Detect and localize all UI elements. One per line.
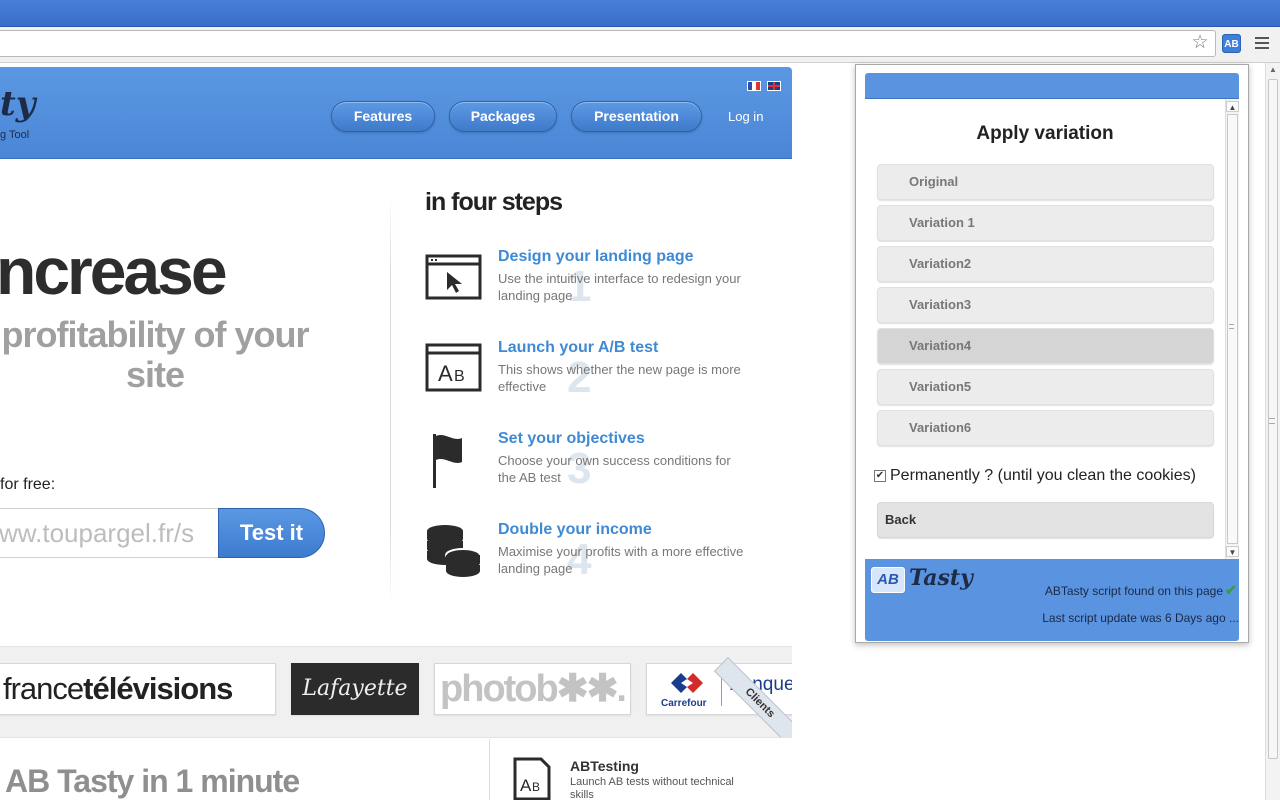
client-logo-photobox: photob✱✱. xyxy=(434,663,631,715)
flag-fr-icon[interactable] xyxy=(747,81,761,91)
svg-text:B: B xyxy=(532,780,540,794)
back-button[interactable]: Back xyxy=(877,502,1214,538)
site-header: ty g Tool Features Packages Presentation… xyxy=(0,67,792,159)
scroll-grip xyxy=(1269,418,1275,424)
client-logo-france-televisions: francetélévisions xyxy=(0,663,276,715)
client-name-part: télévisions xyxy=(83,671,233,706)
step-title[interactable]: Set your objectives xyxy=(498,430,645,448)
scroll-down-icon[interactable]: ▼ xyxy=(1226,546,1239,557)
scroll-up-icon[interactable]: ▲ xyxy=(1226,101,1239,112)
ab-document-icon: A B xyxy=(513,757,551,800)
site-logo[interactable]: ty xyxy=(0,84,35,124)
star-icon[interactable]: ☆ xyxy=(1190,33,1210,53)
check-icon: ✔ xyxy=(1225,582,1237,598)
variation-6-button[interactable]: Variation6 xyxy=(877,410,1214,446)
browser-cursor-icon xyxy=(425,254,482,300)
step-title[interactable]: Launch your A/B test xyxy=(498,339,658,357)
steps-heading: in four steps xyxy=(425,188,563,216)
popup-footer: AB Tasty ABTasty script found on this pa… xyxy=(865,559,1239,641)
section-divider xyxy=(390,193,391,608)
popup-scroll-thumb[interactable] xyxy=(1227,114,1238,544)
variation-1-button[interactable]: Variation 1 xyxy=(877,205,1214,241)
site-logo-tagline: g Tool xyxy=(0,129,30,141)
url-input[interactable]: ww.toupargel.fr/s xyxy=(0,508,220,558)
svg-text:B: B xyxy=(454,368,465,385)
svg-text:A: A xyxy=(520,776,532,795)
abtasty-logo-word: Tasty xyxy=(909,565,973,591)
nav-packages[interactable]: Packages xyxy=(449,101,557,132)
step-title[interactable]: Design your landing page xyxy=(498,248,694,266)
feature-title: ABTesting xyxy=(570,758,639,774)
scroll-grip xyxy=(1229,324,1234,329)
flag-en-icon[interactable] xyxy=(767,81,781,91)
step-income: 4 Double your income Maximise your profi… xyxy=(425,521,755,601)
step-title[interactable]: Double your income xyxy=(498,521,652,539)
abtasty-popup: ▲ ▼ Apply variation Original Variation 1… xyxy=(855,64,1249,643)
coins-icon xyxy=(427,525,481,577)
flag-icon xyxy=(433,434,462,488)
test-it-button[interactable]: Test it xyxy=(218,508,325,558)
step-launch: A B 2 Launch your A/B test This shows wh… xyxy=(425,339,755,419)
page-scrollbar[interactable]: ▲ xyxy=(1265,63,1280,800)
popup-title: Apply variation xyxy=(976,123,1114,144)
client-logo-lafayette: Lafayette xyxy=(291,663,419,715)
client-name-part: france xyxy=(3,671,84,706)
step-description: Maximise your profits with a more effect… xyxy=(498,544,744,576)
browser-titlebar xyxy=(0,0,1280,27)
hero-heading: ncrease xyxy=(0,234,228,308)
menu-icon[interactable] xyxy=(1255,37,1269,49)
section-divider xyxy=(489,739,490,800)
hero-subheading: profitability of your site xyxy=(1,314,310,395)
step-description: Choose your own success conditions for t… xyxy=(498,453,731,485)
step-design: 1 Design your landing page Use the intui… xyxy=(425,248,755,328)
permanent-checkbox[interactable]: ✔ xyxy=(874,470,886,482)
step-description: This shows whether the new page is more … xyxy=(498,362,741,394)
step-description: Use the intuitive interface to redesign … xyxy=(498,271,741,303)
abtasty-extension-icon[interactable]: AB xyxy=(1222,34,1241,53)
carrefour-logo-icon xyxy=(671,673,703,693)
video-section-title: AB Tasty in 1 minute xyxy=(5,763,300,799)
variation-original-button[interactable]: Original xyxy=(877,164,1214,200)
try-label: for free: xyxy=(0,476,56,493)
popup-scrollbar[interactable]: ▲ ▼ xyxy=(1225,99,1239,559)
variation-2-button[interactable]: Variation2 xyxy=(877,246,1214,282)
popup-header-bar xyxy=(865,73,1239,99)
script-status: ABTasty script found on this page xyxy=(1044,584,1223,598)
scroll-up-icon[interactable]: ▲ xyxy=(1266,63,1280,77)
svg-text:A: A xyxy=(438,361,453,386)
permanent-label[interactable]: Permanently ? (until you clean the cooki… xyxy=(890,467,1196,485)
clients-strip: francetélévisions Lafayette photob✱✱. Ca… xyxy=(0,646,792,738)
last-update: Last script update was 6 Days ago ... xyxy=(1042,611,1239,625)
variation-4-button[interactable]: Variation4 xyxy=(877,328,1214,364)
address-bar[interactable] xyxy=(0,30,1216,57)
ab-window-icon: A B xyxy=(425,343,482,392)
variation-5-button[interactable]: Variation5 xyxy=(877,369,1214,405)
nav-features[interactable]: Features xyxy=(331,101,435,132)
step-objectives: 3 Set your objectives Choose your own su… xyxy=(425,430,755,510)
feature-description: Launch AB tests without technical skills xyxy=(570,776,734,800)
nav-presentation[interactable]: Presentation xyxy=(571,101,702,132)
variation-3-button[interactable]: Variation3 xyxy=(877,287,1214,323)
login-link[interactable]: Log in xyxy=(728,109,763,124)
client-name: Carrefour xyxy=(661,698,707,709)
abtasty-logo-badge: AB xyxy=(871,567,905,593)
